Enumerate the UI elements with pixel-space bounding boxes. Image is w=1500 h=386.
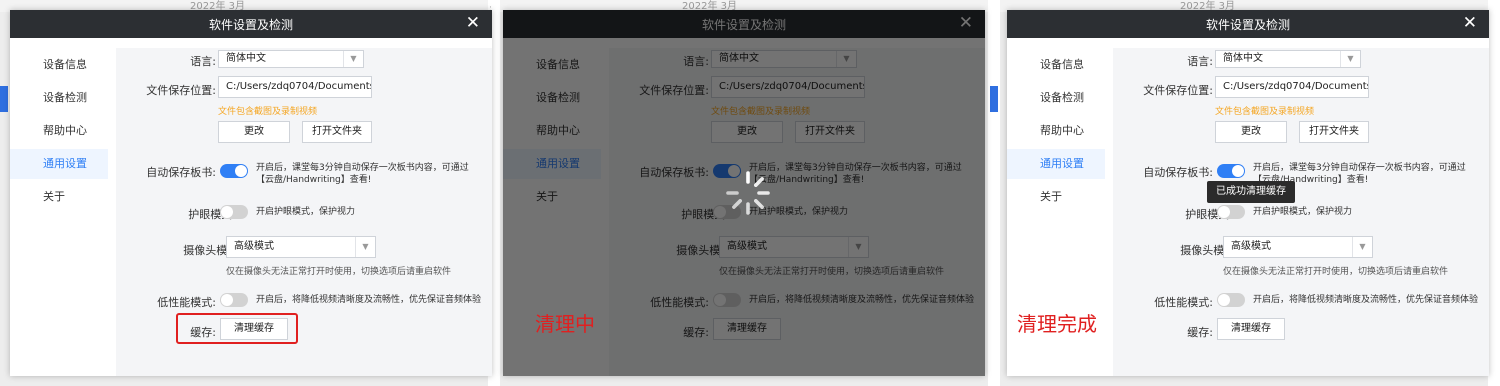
camera-mode-note: 仅在摄像头无法正常打开时使用，切换选项后请重启软件 [226,267,452,277]
low-perf-description: 开启后，将降低视频清晰度及流畅性，优先保证音频体验 [256,295,482,305]
eye-care-description: 开启护眼模式，保护视力 [1253,207,1353,217]
background-edge [988,0,1000,386]
save-path-note: 文件包含截图及录制视频 [218,107,318,117]
toggle-knob [221,294,233,306]
chevron-down-icon: ▼ [1340,51,1360,67]
background-highlight-bar [0,86,8,112]
autosave-description: 开启后，课堂每3分钟自动保存一次板书内容，可通过【云盘/Handwriting】… [256,163,469,185]
language-value: 简体中文 [1223,53,1263,64]
dialog-titlebar: 软件设置及检测 ✕ [10,10,492,38]
camera-mode-select[interactable]: 高级模式 ▼ [1223,236,1373,258]
sidebar-item-device-info[interactable]: 设备信息 [1007,50,1105,80]
eye-care-toggle[interactable] [220,205,248,219]
toggle-knob [1232,165,1244,177]
close-icon[interactable]: ✕ [466,13,480,33]
general-settings-panel: 语言: 简体中文 ▼ 文件保存位置: C:/Users/zdq0704/Docu… [1113,48,1489,376]
done-caption: 清理完成 [1017,312,1097,336]
save-path-field[interactable]: C:/Users/zdq0704/Documents/... [218,76,372,98]
clearing-caption: 清理中 [535,312,595,336]
settings-dialog-done: 软件设置及检测 ✕ 设备信息 设备检测 帮助中心 通用设置 关于 语言: 简体中… [1007,10,1489,376]
chevron-down-icon: ▼ [355,237,375,257]
settings-dialog-clearing: 软件设置及检测 ✕ 设备信息 设备检测 帮助中心 通用设置 关于 语言: 简体中… [503,10,985,376]
save-path-field[interactable]: C:/Users/zdq0704/Documents/... [1215,76,1369,98]
clear-cache-button[interactable]: 清理缓存 [1217,318,1285,340]
cache-highlight-box [176,313,298,344]
change-path-button[interactable]: 更改 [1215,121,1287,143]
sidebar-item-general-settings[interactable]: 通用设置 [1007,149,1105,179]
dialog-title: 软件设置及检测 [1205,18,1290,32]
eye-care-description: 开启护眼模式，保护视力 [256,207,356,217]
sidebar-item-about[interactable]: 关于 [10,182,108,212]
background-edge [1488,0,1500,386]
close-icon[interactable]: ✕ [1463,13,1477,33]
chevron-down-icon: ▼ [343,51,363,67]
general-settings-panel: 语言: 简体中文 ▼ 文件保存位置: C:/Users/zdq0704/Docu… [116,48,492,376]
chevron-down-icon: ▼ [1352,237,1372,257]
change-path-button[interactable]: 更改 [218,121,290,143]
autosave-label: 自动保存板书: [1143,166,1213,179]
language-label: 语言: [190,55,216,68]
autosave-toggle[interactable] [1217,164,1245,178]
sidebar-item-help-center[interactable]: 帮助中心 [10,116,108,146]
save-path-label: 文件保存位置: [146,84,216,97]
toggle-knob [1218,206,1230,218]
dialog-titlebar: 软件设置及检测 ✕ [1007,10,1489,38]
low-perf-label: 低性能模式: [1154,296,1213,309]
save-path-note: 文件包含截图及录制视频 [1215,107,1315,117]
loading-spinner-icon [726,171,770,215]
camera-mode-value: 高级模式 [1231,241,1271,252]
open-folder-button[interactable]: 打开文件夹 [302,121,372,143]
toggle-knob [221,206,233,218]
sidebar-item-device-info[interactable]: 设备信息 [10,50,108,80]
camera-mode-select[interactable]: 高级模式 ▼ [226,236,376,258]
autosave-label: 自动保存板书: [146,166,216,179]
autosave-toggle[interactable] [220,164,248,178]
low-perf-description: 开启后，将降低视频清晰度及流畅性，优先保证音频体验 [1253,295,1479,305]
language-select[interactable]: 简体中文 ▼ [218,50,364,68]
open-folder-button[interactable]: 打开文件夹 [1299,121,1369,143]
low-perf-toggle[interactable] [1217,293,1245,307]
cache-cleared-toast: 已成功清理缓存 [1207,181,1295,203]
sidebar-item-device-check[interactable]: 设备检测 [1007,83,1105,113]
toggle-knob [235,165,247,177]
cache-label: 缓存: [1187,326,1213,339]
toggle-knob [1218,294,1230,306]
sidebar-item-device-check[interactable]: 设备检测 [10,83,108,113]
sidebar-item-general-settings[interactable]: 通用设置 [10,149,108,179]
background-highlight-bar [990,86,998,112]
sidebar-item-help-center[interactable]: 帮助中心 [1007,116,1105,146]
low-perf-toggle[interactable] [220,293,248,307]
dialog-title: 软件设置及检测 [208,18,293,32]
language-value: 简体中文 [226,53,266,64]
settings-sidebar: 设备信息 设备检测 帮助中心 通用设置 关于 [10,38,108,376]
language-select[interactable]: 简体中文 ▼ [1215,50,1361,68]
save-path-label: 文件保存位置: [1143,84,1213,97]
camera-mode-value: 高级模式 [234,241,274,252]
sidebar-item-about[interactable]: 关于 [1007,182,1105,212]
low-perf-label: 低性能模式: [157,296,216,309]
eye-care-toggle[interactable] [1217,205,1245,219]
language-label: 语言: [1187,55,1213,68]
settings-dialog-default: 软件设置及检测 ✕ 设备信息 设备检测 帮助中心 通用设置 关于 语言: 简体中… [10,10,492,376]
camera-mode-note: 仅在摄像头无法正常打开时使用，切换选项后请重启软件 [1223,267,1449,277]
